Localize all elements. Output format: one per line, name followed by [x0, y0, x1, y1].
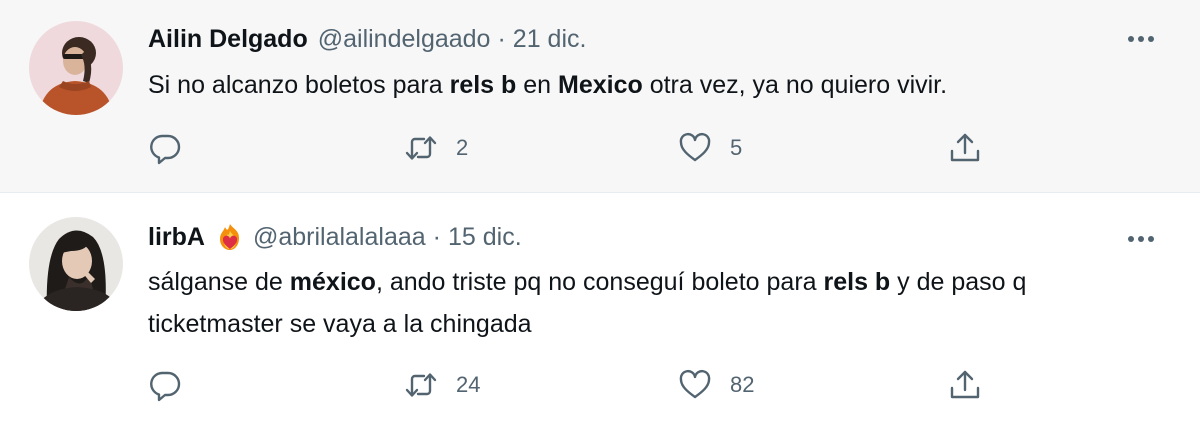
retweet-icon: [405, 136, 437, 160]
tweet-text-bold: méxico: [289, 268, 376, 296]
display-name[interactable]: lirbA: [148, 223, 205, 252]
display-name[interactable]: Ailin Delgado: [148, 25, 308, 54]
heart-icon: [679, 132, 711, 162]
share-icon: [950, 133, 980, 162]
tweet-text-segment: Si no alcanzo boletos para: [148, 71, 450, 99]
heart-on-fire-emoji: [215, 222, 245, 252]
avatar-image: [29, 217, 123, 311]
more-icon: [1128, 236, 1154, 242]
share-icon: [950, 370, 980, 399]
tweet-header: lirbA @abrilalalalaaa · 15 dic.: [148, 220, 522, 254]
separator-dot: ·: [497, 24, 506, 53]
share-button[interactable]: [948, 365, 982, 405]
tweet-text-bold: Mexico: [558, 71, 643, 99]
tweet-actions: 2 5: [148, 128, 998, 168]
tweet-text-segment: en: [516, 71, 558, 99]
more-options-button[interactable]: [1124, 222, 1158, 256]
retweet-count: 24: [456, 372, 481, 397]
tweet-date[interactable]: 21 dic.: [513, 25, 587, 54]
user-handle[interactable]: @ailindelgaado: [318, 25, 491, 54]
retweet-count: 2: [456, 135, 469, 160]
user-handle[interactable]: @abrilalalalaaa: [253, 223, 426, 252]
share-button[interactable]: [948, 128, 982, 168]
tweet-feed: Ailin Delgado @ailindelgaado · 21 dic. S…: [0, 0, 1200, 427]
avatar[interactable]: [29, 21, 123, 115]
like-button[interactable]: 5: [678, 128, 742, 168]
tweet-header: Ailin Delgado @ailindelgaado · 21 dic.: [148, 22, 586, 56]
like-button[interactable]: 82: [678, 365, 754, 405]
like-count: 82: [730, 372, 755, 397]
reply-button[interactable]: [148, 365, 182, 405]
avatar-image: [29, 21, 123, 115]
tweet-date[interactable]: 15 dic.: [448, 223, 522, 252]
avatar[interactable]: [29, 217, 123, 311]
tweet-text-segment: , ando triste pq no conseguí boleto para: [375, 268, 824, 296]
tweet-text-segment: otra vez, ya no quiero vivir.: [642, 71, 948, 99]
more-options-button[interactable]: [1124, 22, 1158, 56]
heart-icon: [679, 369, 711, 399]
like-count: 5: [730, 135, 743, 160]
tweet[interactable]: Ailin Delgado @ailindelgaado · 21 dic. S…: [0, 0, 1200, 193]
retweet-icon: [405, 373, 437, 397]
tweet-actions: 24 82: [148, 365, 998, 405]
reply-icon: [150, 134, 181, 165]
tweet-text: sálganse de méxico, ando triste pq no co…: [148, 261, 1108, 345]
separator-dot: ·: [432, 222, 441, 251]
tweet-text-bold: rels b: [823, 268, 891, 296]
more-icon: [1128, 36, 1154, 42]
tweet-text: Si no alcanzo boletos para rels b en Mex…: [148, 64, 1108, 106]
tweet[interactable]: lirbA @abrilalalalaaa · 15 dic. sálganse…: [0, 193, 1200, 427]
reply-icon: [150, 371, 181, 402]
reply-button[interactable]: [148, 128, 182, 168]
retweet-button[interactable]: 24: [404, 365, 480, 405]
tweet-text-bold: rels b: [449, 71, 517, 99]
retweet-button[interactable]: 2: [404, 128, 468, 168]
tweet-text-segment: sálganse de: [148, 268, 290, 296]
